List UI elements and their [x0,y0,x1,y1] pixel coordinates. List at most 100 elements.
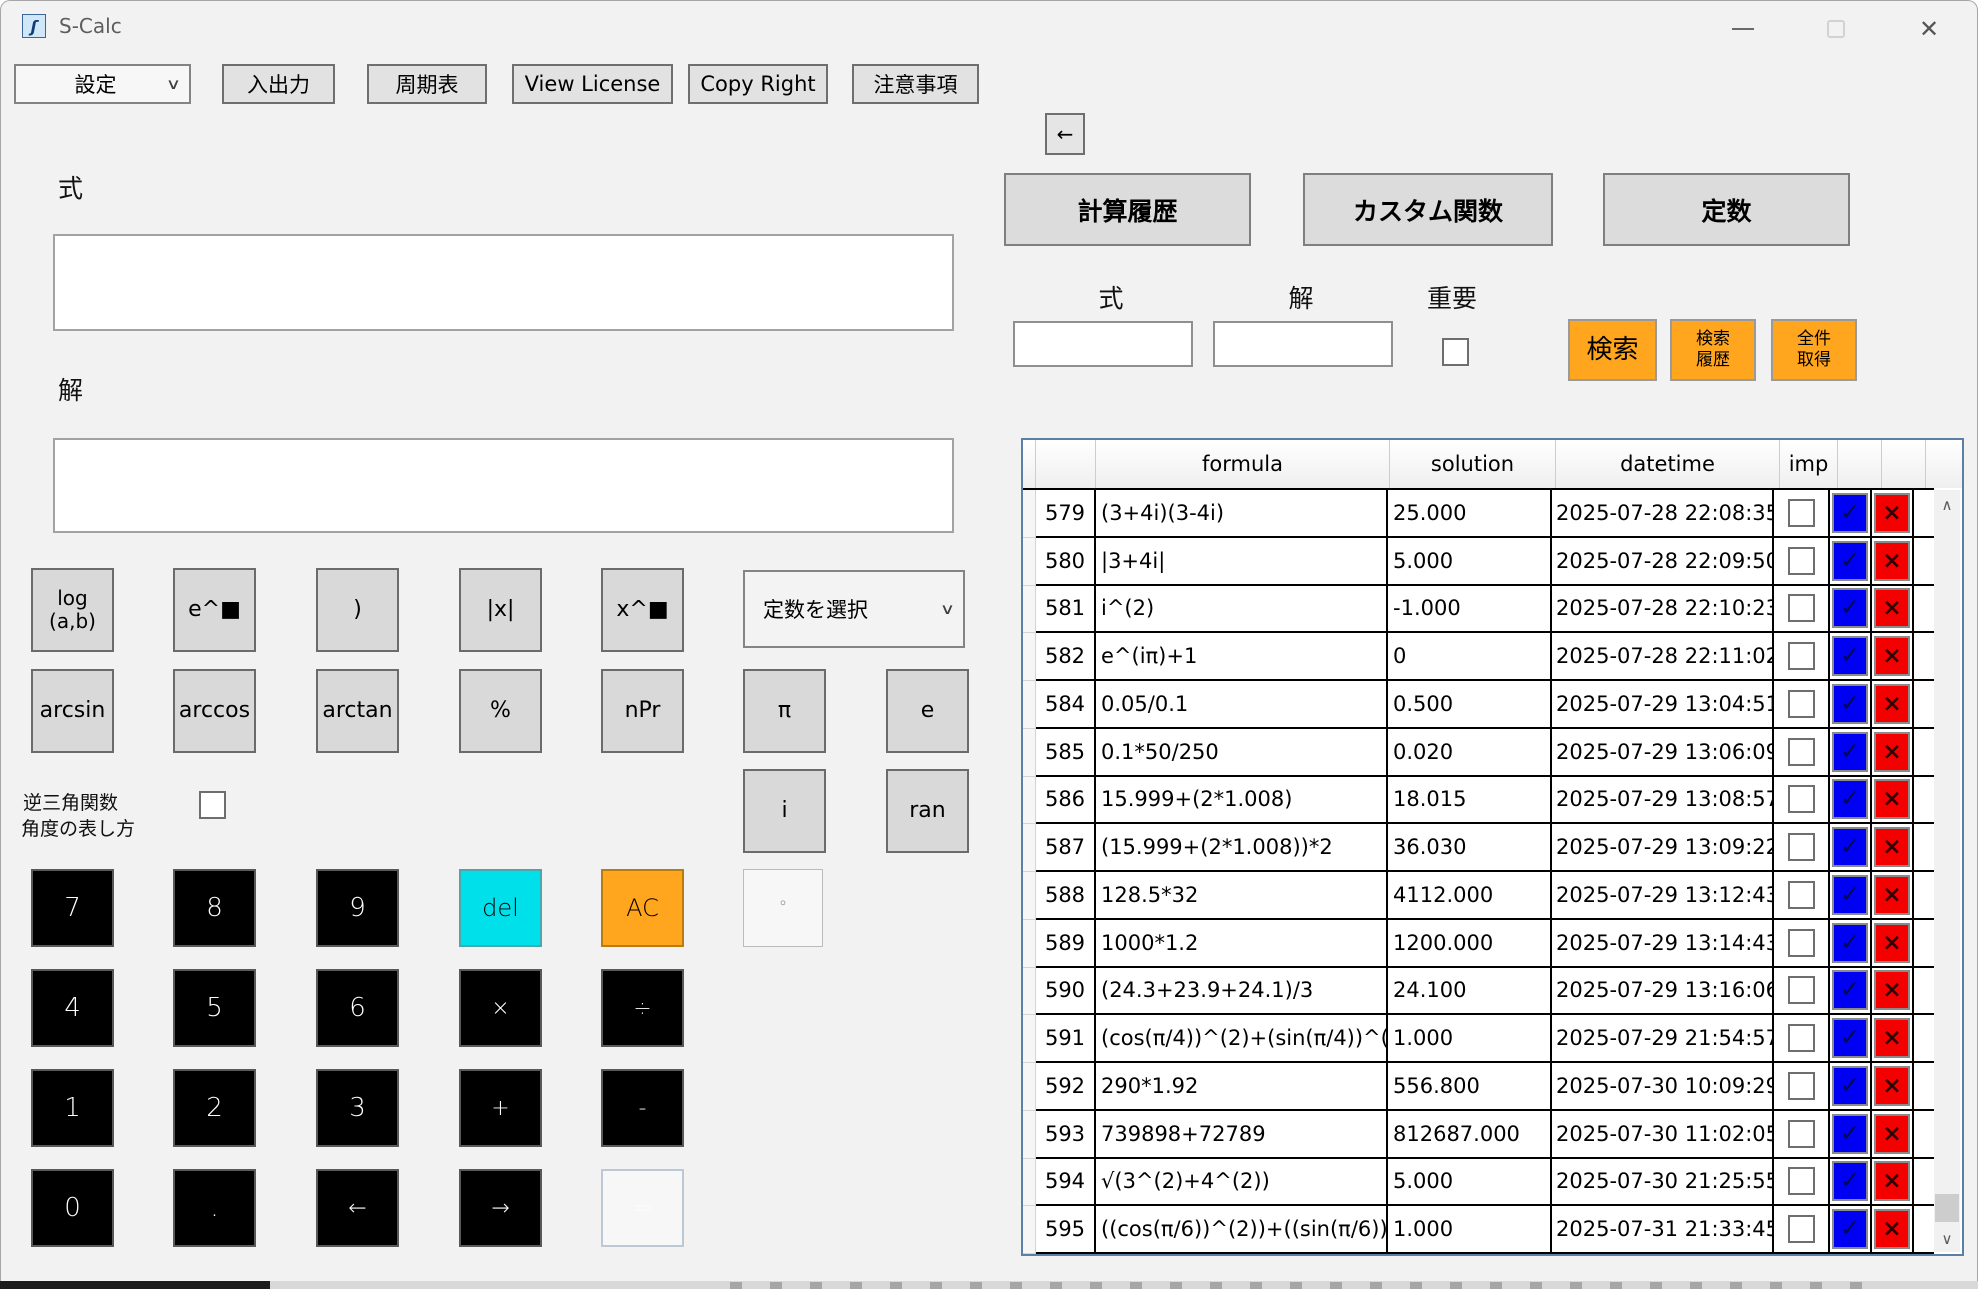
imp-checkbox[interactable] [1787,833,1815,862]
imp-checkbox[interactable] [1787,880,1815,909]
maximize-button[interactable] [1806,9,1866,49]
confirm-row-button[interactable]: ✓ [1832,779,1868,820]
solution-output[interactable] [53,438,954,533]
custom-functions-button[interactable]: カスタム関数 [1303,173,1553,246]
confirm-row-button[interactable]: ✓ [1832,683,1868,724]
confirm-row-button[interactable]: ✓ [1832,970,1868,1011]
confirm-row-button[interactable]: ✓ [1832,1161,1868,1202]
angle-mode-checkbox[interactable] [199,791,226,819]
key-minus[interactable]: - [601,1069,684,1147]
delete-row-button[interactable]: × [1874,1113,1910,1154]
header-datetime[interactable]: datetime [1556,440,1780,488]
search-button[interactable]: 検索 [1568,319,1657,381]
header-formula[interactable]: formula [1096,440,1390,488]
key-arcsin[interactable]: arcsin [31,669,114,753]
key-right-arrow[interactable]: → [459,1169,542,1247]
key-e-constant[interactable]: e [886,669,969,753]
key-multiply[interactable]: × [459,969,542,1047]
key-decimal[interactable]: . [173,1169,256,1247]
table-row[interactable]: 581 i^(2) -1.000 2025-07-28 22:10:23 ✓ × [1023,585,1934,634]
table-row[interactable]: 579 (3+4i)(3-4i) 25.000 2025-07-28 22:08:35… [1023,490,1934,538]
key-log-ab[interactable]: log (a,b) [31,568,114,652]
confirm-row-button[interactable]: ✓ [1832,731,1868,772]
table-row[interactable]: 591 (cos(π/4))^(2)+(sin(π/4))^(2 1.000 2025… [1023,1015,1934,1063]
confirm-row-button[interactable]: ✓ [1832,1018,1868,1059]
io-button[interactable]: 入出力 [222,64,335,104]
table-row[interactable]: 588 128.5*32 4112.000 2025-07-29 13:12:43 ✓ × [1023,872,1934,920]
key-0[interactable]: 0 [31,1169,114,1247]
imp-checkbox[interactable] [1787,785,1815,814]
delete-row-button[interactable]: × [1874,683,1910,724]
view-license-button[interactable]: View License [512,64,673,104]
scroll-up-icon[interactable]: ∧ [1934,492,1960,518]
key-abs[interactable]: |x| [459,568,542,652]
key-i[interactable]: i [743,769,826,853]
confirm-row-button[interactable]: ✓ [1832,540,1868,581]
delete-row-button[interactable]: × [1874,1209,1910,1250]
key-npr[interactable]: nPr [601,669,684,753]
calc-history-button[interactable]: 計算履歴 [1004,173,1251,246]
scrollbar-thumb[interactable] [1935,1194,1959,1222]
imp-checkbox[interactable] [1787,928,1815,957]
imp-checkbox[interactable] [1787,594,1815,623]
key-arccos[interactable]: arccos [173,669,256,753]
search-solution-input[interactable] [1213,321,1393,367]
key-equals[interactable]: = [601,1169,684,1247]
table-row[interactable]: 586 15.999+(2*1.008) 18.015 2025-07-29 13:0… [1023,776,1934,825]
minimize-button[interactable] [1713,9,1773,49]
table-row[interactable]: 580 |3+4i| 5.000 2025-07-28 22:09:50 ✓ × [1023,537,1934,586]
delete-row-button[interactable]: × [1874,636,1910,677]
imp-checkbox[interactable] [1787,1024,1815,1053]
back-button[interactable]: ← [1045,113,1085,155]
confirm-row-button[interactable]: ✓ [1832,874,1868,915]
key-ac[interactable]: AC [601,869,684,947]
imp-checkbox[interactable] [1787,976,1815,1005]
table-row[interactable]: 592 290*1.92 556.800 2025-07-30 10:09:29 ✓ × [1023,1063,1934,1111]
imp-checkbox[interactable] [1787,1119,1815,1148]
table-row[interactable]: 593 739898+72789 812687.000 2025-07-30 11:0… [1023,1110,1934,1159]
expression-input[interactable] [53,234,954,331]
delete-row-button[interactable]: × [1874,731,1910,772]
search-history-button[interactable]: 検索 履歴 [1670,319,1756,381]
important-checkbox[interactable] [1442,338,1469,366]
table-scrollbar[interactable]: ∧ ∨ [1934,490,1960,1252]
key-close-paren[interactable]: ) [316,568,399,652]
imp-checkbox[interactable] [1787,689,1815,718]
key-4[interactable]: 4 [31,969,114,1047]
confirm-row-button[interactable]: ✓ [1832,588,1868,629]
constants-button[interactable]: 定数 [1603,173,1850,246]
confirm-row-button[interactable]: ✓ [1832,827,1868,868]
confirm-row-button[interactable]: ✓ [1832,636,1868,677]
table-row[interactable]: 582 e^(iπ)+1 0 2025-07-28 22:11:02 ✓ × [1023,633,1934,681]
key-3[interactable]: 3 [316,1069,399,1147]
header-imp[interactable]: imp [1780,440,1838,488]
table-row[interactable]: 594 √(3^(2)+4^(2)) 5.000 2025-07-30 21:25:5… [1023,1158,1934,1207]
delete-row-button[interactable]: × [1874,970,1910,1011]
table-row[interactable]: 589 1000*1.2 1200.000 2025-07-29 13:14:43 ✓ × [1023,919,1934,968]
confirm-row-button[interactable]: ✓ [1832,1209,1868,1250]
key-degree[interactable]: ° [743,869,823,947]
table-row[interactable]: 585 0.1*50/250 0.020 2025-07-29 13:06:09 ✓ × [1023,728,1934,777]
search-expression-input[interactable] [1013,321,1193,367]
key-left-arrow[interactable]: ← [316,1169,399,1247]
key-6[interactable]: 6 [316,969,399,1047]
header-solution[interactable]: solution [1390,440,1556,488]
scroll-down-icon[interactable]: ∨ [1934,1226,1960,1252]
imp-checkbox[interactable] [1787,1071,1815,1100]
table-row[interactable]: 587 (15.999+(2*1.008))*2 36.030 2025-07-29 … [1023,824,1934,872]
imp-checkbox[interactable] [1787,498,1815,527]
notes-button[interactable]: 注意事項 [852,64,979,104]
confirm-row-button[interactable]: ✓ [1832,922,1868,963]
delete-row-button[interactable]: × [1874,922,1910,963]
delete-row-button[interactable]: × [1874,492,1910,533]
key-7[interactable]: 7 [31,869,114,947]
delete-row-button[interactable]: × [1874,588,1910,629]
settings-dropdown[interactable]: 設定 ∨ [14,64,191,104]
delete-row-button[interactable]: × [1874,874,1910,915]
confirm-row-button[interactable]: ✓ [1832,1113,1868,1154]
key-x-power[interactable]: x^■ [601,568,684,652]
delete-row-button[interactable]: × [1874,779,1910,820]
key-8[interactable]: 8 [173,869,256,947]
key-ran[interactable]: ran [886,769,969,853]
delete-row-button[interactable]: × [1874,827,1910,868]
